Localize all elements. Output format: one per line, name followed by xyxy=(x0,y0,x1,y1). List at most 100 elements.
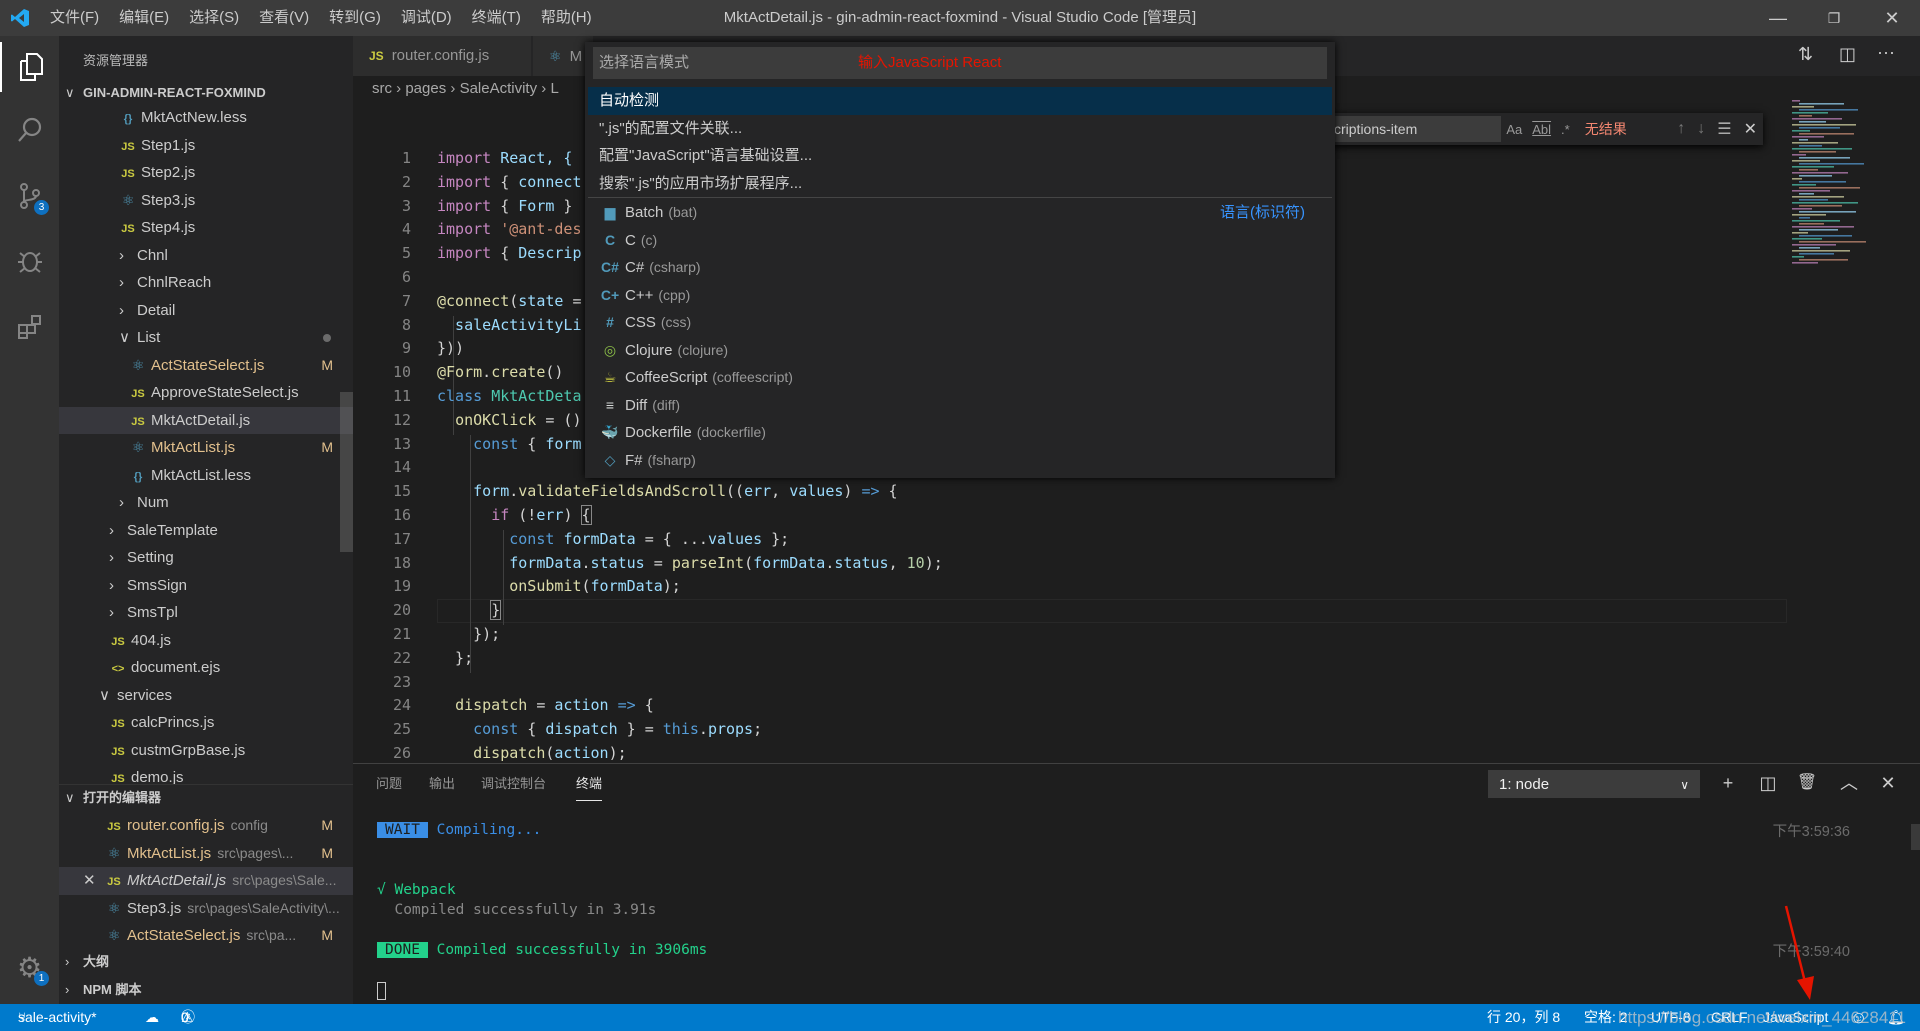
tab-debug-console[interactable]: 调试控制台 xyxy=(481,773,546,801)
explorer-icon[interactable] xyxy=(0,42,59,92)
menu-item[interactable]: 文件(F) xyxy=(40,0,109,36)
minimize-button[interactable]: — xyxy=(1755,0,1801,36)
tab-output[interactable]: 输出 xyxy=(429,773,455,801)
npm-scripts-header[interactable]: › NPM 脚本 xyxy=(59,977,353,1003)
language-item[interactable]: ◇ F# (fsharp) xyxy=(588,447,1332,475)
sync-cloud-icon[interactable]: ☁ xyxy=(145,1004,159,1031)
terminal-select[interactable]: 1: node ∨ xyxy=(1488,770,1700,798)
menu-item[interactable]: 帮助(H) xyxy=(531,0,602,36)
menu-item[interactable]: 调试(D) xyxy=(391,0,462,36)
source-control-icon[interactable]: 3 xyxy=(0,171,59,221)
tree-folder[interactable]: › Setting xyxy=(59,544,353,572)
language-item[interactable]: C# C# (csharp) xyxy=(588,254,1332,282)
previous-match-icon[interactable]: ↑ xyxy=(1677,120,1685,138)
picker-action-item[interactable]: ".js"的配置文件关联... xyxy=(588,115,1332,143)
language-search-input[interactable]: 选择语言模式 输入JavaScript React xyxy=(593,47,1327,79)
kill-terminal-icon[interactable]: 🗑 xyxy=(1792,768,1822,798)
split-editor-icon[interactable]: ◫ xyxy=(1839,44,1856,65)
more-actions-icon[interactable]: ··· xyxy=(1877,42,1895,63)
language-item[interactable]: ◎ Clojure (clojure) xyxy=(588,337,1332,365)
project-section-header[interactable]: ∨ GIN-ADMIN-REACT-FOXMIND xyxy=(59,80,353,106)
compare-changes-icon[interactable]: ⇅ xyxy=(1798,44,1813,65)
tree-folder[interactable]: › Detail xyxy=(59,297,353,325)
open-editor-item[interactable]: ✕ JS MktActDetail.js src\pages\Sale... xyxy=(59,867,353,895)
tree-file[interactable]: JS Step4.js xyxy=(59,214,353,242)
open-editor-item[interactable]: ⚛ Step3.js src\pages\SaleActivity\... xyxy=(59,895,353,923)
close-editor-icon[interactable]: ✕ xyxy=(83,867,96,895)
line-ending[interactable]: CRLF xyxy=(1711,1004,1748,1031)
notifications-bell-icon[interactable]: 🔔︎ xyxy=(1887,1004,1905,1031)
tree-folder[interactable]: › Num xyxy=(59,489,353,517)
language-item[interactable]: 🐳 Dockerfile (dockerfile) xyxy=(588,419,1332,447)
tree-file[interactable]: JS custmGrpBase.js xyxy=(59,737,353,765)
tree-file[interactable]: ⚛ MktActList.js M xyxy=(59,434,353,462)
breadcrumb-item[interactable]: src xyxy=(372,80,392,97)
picker-action-item[interactable]: 自动检测 xyxy=(588,87,1332,115)
tree-file[interactable]: JS Step1.js xyxy=(59,132,353,160)
outline-header[interactable]: › 大纲 xyxy=(59,949,353,975)
match-case-toggle[interactable]: Aa xyxy=(1506,122,1522,137)
find-in-selection-icon[interactable]: ☰ xyxy=(1717,119,1731,139)
tree-folder[interactable]: › SmsSign xyxy=(59,572,353,600)
language-item[interactable]: C+ C++ (cpp) xyxy=(588,282,1332,310)
tree-file[interactable]: JS Step2.js xyxy=(59,159,353,187)
menu-item[interactable]: 编辑(E) xyxy=(109,0,179,36)
search-icon[interactable] xyxy=(0,105,59,155)
tab-mktactdetail[interactable]: ⚛ M xyxy=(533,36,593,76)
new-terminal-icon[interactable]: + xyxy=(1713,768,1743,798)
tree-file[interactable]: JS MktActDetail.js xyxy=(59,406,353,434)
encoding[interactable]: UTF-8 xyxy=(1651,1004,1691,1031)
tree-folder[interactable]: ∨ List xyxy=(59,324,353,352)
tree-file[interactable]: <> document.ejs xyxy=(59,654,353,682)
tree-file[interactable]: ⚛ Step3.js xyxy=(59,187,353,215)
tab-router-config[interactable]: JS router.config.js xyxy=(353,36,531,76)
breadcrumb-item[interactable]: pages xyxy=(405,80,446,97)
tab-problems[interactable]: 问题 xyxy=(376,773,402,801)
tree-folder[interactable]: › ChnlReach xyxy=(59,269,353,297)
minimap[interactable] xyxy=(1788,100,1888,270)
menu-item[interactable]: 转到(G) xyxy=(319,0,391,36)
extensions-icon[interactable] xyxy=(0,302,59,352)
close-find-icon[interactable]: ✕ xyxy=(1744,119,1757,139)
tree-file[interactable]: JS calcPrincs.js xyxy=(59,709,353,737)
feedback-smiley-icon[interactable]: ☺ xyxy=(1850,1004,1867,1031)
tree-file[interactable]: JS ApproveStateSelect.js xyxy=(59,379,353,407)
match-whole-word-toggle[interactable]: Abl xyxy=(1532,122,1551,137)
tree-file[interactable]: ⚛ ActStateSelect.js M xyxy=(59,352,353,380)
open-editor-item[interactable]: JS router.config.js config M xyxy=(59,812,353,840)
open-editors-header[interactable]: ∨ 打开的编辑器 xyxy=(59,784,353,810)
settings-gear-icon[interactable]: ⚙ 1 xyxy=(0,942,59,992)
close-window-button[interactable]: ✕ xyxy=(1869,0,1915,36)
tree-file[interactable]: {} MktActNew.less xyxy=(59,106,353,132)
language-item[interactable]: ≡ Diff (diff) xyxy=(588,392,1332,420)
breadcrumb-item[interactable]: SaleActivity xyxy=(460,80,538,97)
menu-item[interactable]: 查看(V) xyxy=(249,0,319,36)
picker-action-item[interactable]: 搜索".js"的应用市场扩展程序... xyxy=(588,170,1332,198)
maximize-panel-icon[interactable]: ︿ xyxy=(1834,768,1864,798)
tree-folder[interactable]: ∨ services xyxy=(59,682,353,710)
tree-folder[interactable]: › Chnl xyxy=(59,242,353,270)
menu-item[interactable]: 选择(S) xyxy=(179,0,249,36)
tab-terminal[interactable]: 终端 xyxy=(576,773,603,801)
indentation[interactable]: 空格: 2 xyxy=(1584,1004,1628,1031)
language-item[interactable]: ☕ CoffeeScript (coffeescript) xyxy=(588,364,1332,392)
breadcrumb-item[interactable]: L xyxy=(550,80,558,97)
sidebar-scrollbar[interactable] xyxy=(340,392,353,552)
language-mode[interactable]: JavaScript xyxy=(1763,1004,1828,1031)
cursor-position[interactable]: 行 20，列 8 xyxy=(1487,1004,1560,1031)
terminal-scrollbar[interactable] xyxy=(1911,824,1920,850)
split-terminal-icon[interactable]: ◫ xyxy=(1753,768,1783,798)
open-editor-item[interactable]: ⚛ ActStateSelect.js src\pa... M xyxy=(59,922,353,950)
tree-folder[interactable]: › SmsTpl xyxy=(59,599,353,627)
restore-button[interactable]: ❐ xyxy=(1811,0,1857,36)
tree-folder[interactable]: › SaleTemplate xyxy=(59,517,353,545)
next-match-icon[interactable]: ↓ xyxy=(1697,120,1705,138)
open-editor-item[interactable]: ⚛ MktActList.js src\pages\... M xyxy=(59,840,353,868)
picker-action-item[interactable]: 配置"JavaScript"语言基础设置... xyxy=(588,142,1332,170)
tree-file[interactable]: JS 404.js xyxy=(59,627,353,655)
menu-item[interactable]: 终端(T) xyxy=(462,0,531,36)
find-input[interactable]: criptions-item xyxy=(1330,116,1502,142)
language-item[interactable]: C C (c) xyxy=(588,227,1332,255)
debug-icon[interactable] xyxy=(0,236,59,286)
regex-toggle[interactable]: .* xyxy=(1561,122,1570,137)
